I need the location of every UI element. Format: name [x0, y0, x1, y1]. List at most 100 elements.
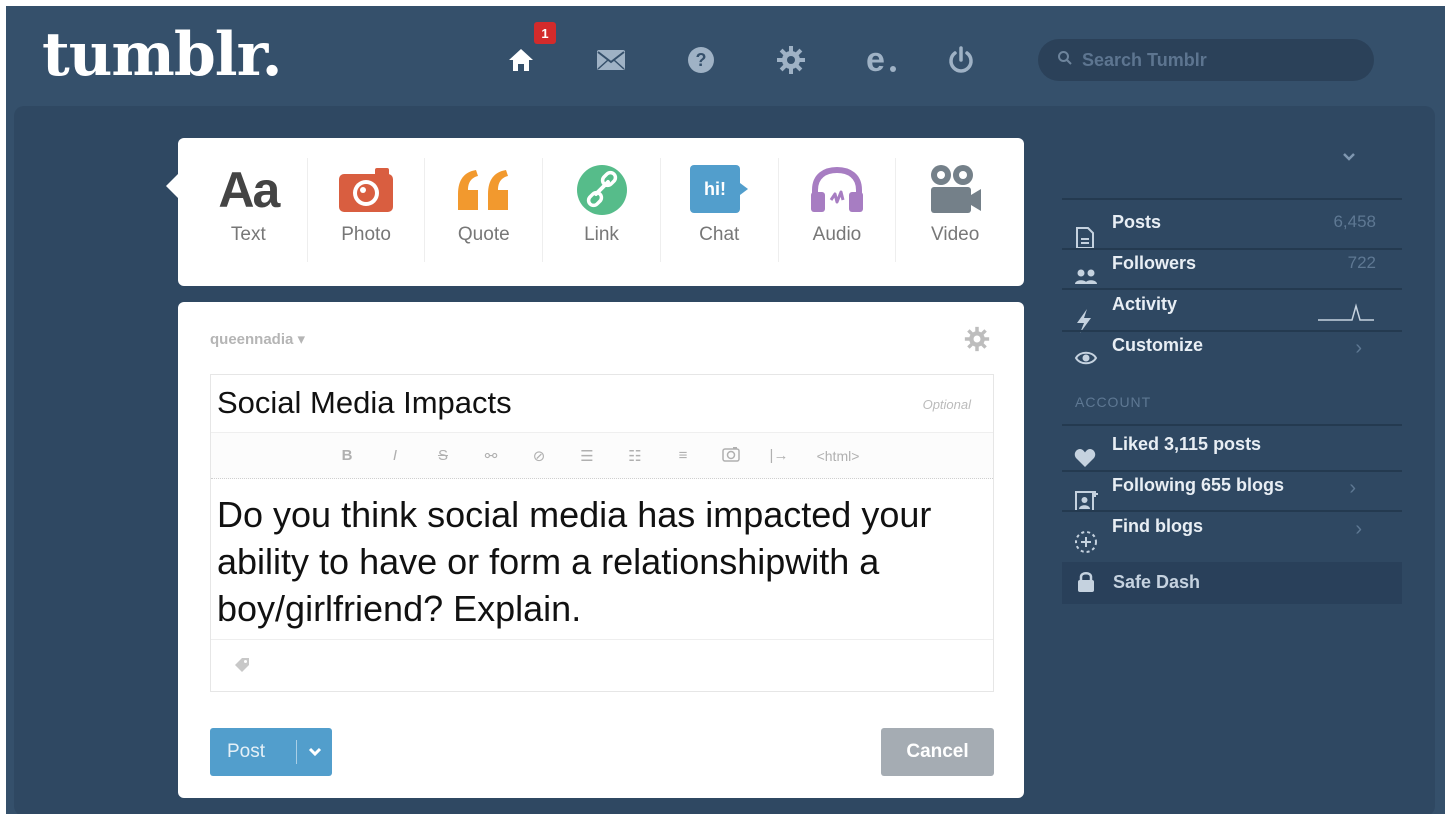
post-type-label: Link	[584, 224, 619, 245]
post-button[interactable]: Post	[210, 728, 332, 776]
sidebar-item-label: Activity	[1112, 294, 1178, 314]
help-icon[interactable]: ?	[683, 42, 719, 78]
blockquote-icon: ≡	[678, 447, 688, 464]
tumblr-logo[interactable]: tumblr.	[42, 20, 283, 90]
read-more-icon: |→	[769, 447, 789, 464]
gear-icon[interactable]	[773, 42, 809, 78]
search-icon	[1058, 50, 1072, 70]
post-editor: queennadia ▾ Optional B I S ⚯ ⊘ ☰ ☷ ≡ |→…	[178, 302, 1024, 798]
document-icon	[1074, 226, 1096, 255]
sidebar-item-label: Followers	[1112, 253, 1197, 273]
post-button-label: Post	[227, 741, 266, 762]
title-optional-hint: Optional	[922, 397, 971, 412]
svg-text:e: e	[866, 45, 885, 75]
insert-image-button[interactable]	[707, 446, 755, 466]
title-row: Optional	[211, 375, 993, 433]
sidebar-divider	[1062, 288, 1402, 290]
ordered-list-icon: ☰	[580, 447, 594, 465]
safe-dash-toggle[interactable]: Safe Dash	[1062, 562, 1402, 604]
camera-icon	[337, 158, 395, 222]
lock-icon	[1076, 570, 1096, 599]
compose-area: Optional B I S ⚯ ⊘ ☰ ☷ ≡ |→ <html> Do yo…	[210, 374, 994, 692]
link-button[interactable]: ⚯	[467, 447, 515, 465]
post-settings-gear-icon[interactable]	[964, 326, 990, 357]
editor-icon[interactable]: e	[863, 42, 899, 78]
ordered-list-button[interactable]: ☰	[563, 447, 611, 465]
post-type-bar: Aa Text Photo Quote Link hi! Chat Audio	[166, 138, 1024, 286]
sidebar-divider	[1062, 510, 1402, 512]
sidebar-item-following[interactable]: Following 655 blogs ›	[1074, 475, 1384, 513]
chevron-right-icon: ›	[1355, 337, 1362, 359]
svg-text:?: ?	[696, 50, 707, 70]
post-type-chat[interactable]: hi! Chat	[661, 158, 779, 262]
followers-icon	[1074, 267, 1098, 290]
link-icon	[576, 158, 628, 222]
post-type-quote[interactable]: Quote	[425, 158, 544, 262]
formatting-toolbar: B I S ⚯ ⊘ ☰ ☷ ≡ |→ <html>	[211, 433, 993, 479]
post-type-photo[interactable]: Photo	[308, 158, 426, 262]
headphones-icon	[807, 158, 867, 222]
followers-count: 722	[1347, 253, 1376, 272]
sidebar-item-label: Customize	[1112, 335, 1204, 355]
sidebar-item-find-blogs[interactable]: Find blogs ›	[1074, 516, 1384, 554]
post-type-text[interactable]: Aa Text	[190, 158, 308, 262]
italic-button[interactable]: I	[371, 447, 419, 464]
unordered-list-button[interactable]: ☷	[611, 447, 659, 465]
sidebar-item-label: Posts	[1112, 212, 1162, 232]
post-type-link[interactable]: Link	[543, 158, 661, 262]
bold-button[interactable]: B	[323, 447, 371, 464]
sidebar-divider	[1062, 248, 1402, 250]
eye-icon	[1074, 349, 1098, 372]
post-type-audio[interactable]: Audio	[779, 158, 897, 262]
power-icon[interactable]	[943, 42, 979, 78]
sidebar-item-label: Find blogs	[1112, 516, 1203, 536]
text-icon: Aa	[218, 162, 280, 218]
post-type-label: Text	[230, 224, 266, 245]
camera-icon	[722, 446, 740, 462]
following-icon	[1074, 489, 1098, 518]
read-more-button[interactable]: |→	[755, 447, 803, 464]
sidebar-collapse-chevron-icon[interactable]	[1340, 150, 1358, 168]
activity-graph-icon	[1318, 303, 1374, 321]
sidebar-item-posts[interactable]: Posts 6,458	[1074, 212, 1384, 250]
sidebar-divider	[1062, 198, 1402, 200]
post-type-label: Audio	[812, 224, 862, 245]
home-icon[interactable]	[503, 42, 539, 78]
blog-selector[interactable]: queennadia ▾	[210, 330, 305, 348]
sidebar-item-activity[interactable]: Activity	[1074, 294, 1384, 333]
title-input[interactable]	[217, 381, 867, 425]
video-icon	[927, 158, 983, 222]
find-blogs-icon	[1074, 530, 1098, 559]
mail-icon[interactable]	[593, 42, 629, 78]
unlink-button[interactable]: ⊘	[515, 447, 563, 465]
sidebar-item-followers[interactable]: Followers 722	[1074, 253, 1384, 291]
cancel-button[interactable]: Cancel	[881, 728, 994, 776]
link-icon: ⚯	[484, 447, 498, 465]
sidebar-item-customize[interactable]: Customize ›	[1074, 335, 1384, 373]
post-body[interactable]: Do you think social media has impacted y…	[211, 479, 993, 639]
post-type-label: Quote	[457, 224, 510, 245]
sidebar-item-label: Liked 3,115 posts	[1112, 434, 1262, 454]
quote-icon	[454, 158, 514, 222]
sidebar-divider	[1062, 424, 1402, 426]
search-box[interactable]	[1038, 39, 1374, 81]
sidebar-divider	[1062, 330, 1402, 332]
unlink-icon: ⊘	[532, 447, 546, 465]
tags-row[interactable]	[211, 639, 993, 691]
chevron-right-icon: ›	[1349, 477, 1356, 499]
tag-icon	[233, 656, 251, 679]
search-input[interactable]	[1082, 49, 1342, 71]
html-button[interactable]: <html>	[803, 448, 873, 464]
post-type-video[interactable]: Video	[896, 158, 1014, 262]
safe-dash-label: Safe Dash	[1113, 572, 1201, 592]
activity-sparkline	[1316, 294, 1376, 329]
sidebar-item-likes[interactable]: Liked 3,115 posts	[1074, 434, 1384, 472]
post-options-chevron-icon[interactable]	[297, 747, 332, 757]
chat-icon: hi!	[688, 158, 750, 222]
posts-count: 6,458	[1333, 212, 1376, 231]
strikethrough-button[interactable]: S	[419, 447, 467, 464]
account-heading: ACCOUNT	[1075, 394, 1152, 410]
blockquote-button[interactable]: ≡	[659, 447, 707, 464]
notification-badge: 1	[534, 22, 556, 44]
chevron-right-icon: ›	[1355, 518, 1362, 540]
